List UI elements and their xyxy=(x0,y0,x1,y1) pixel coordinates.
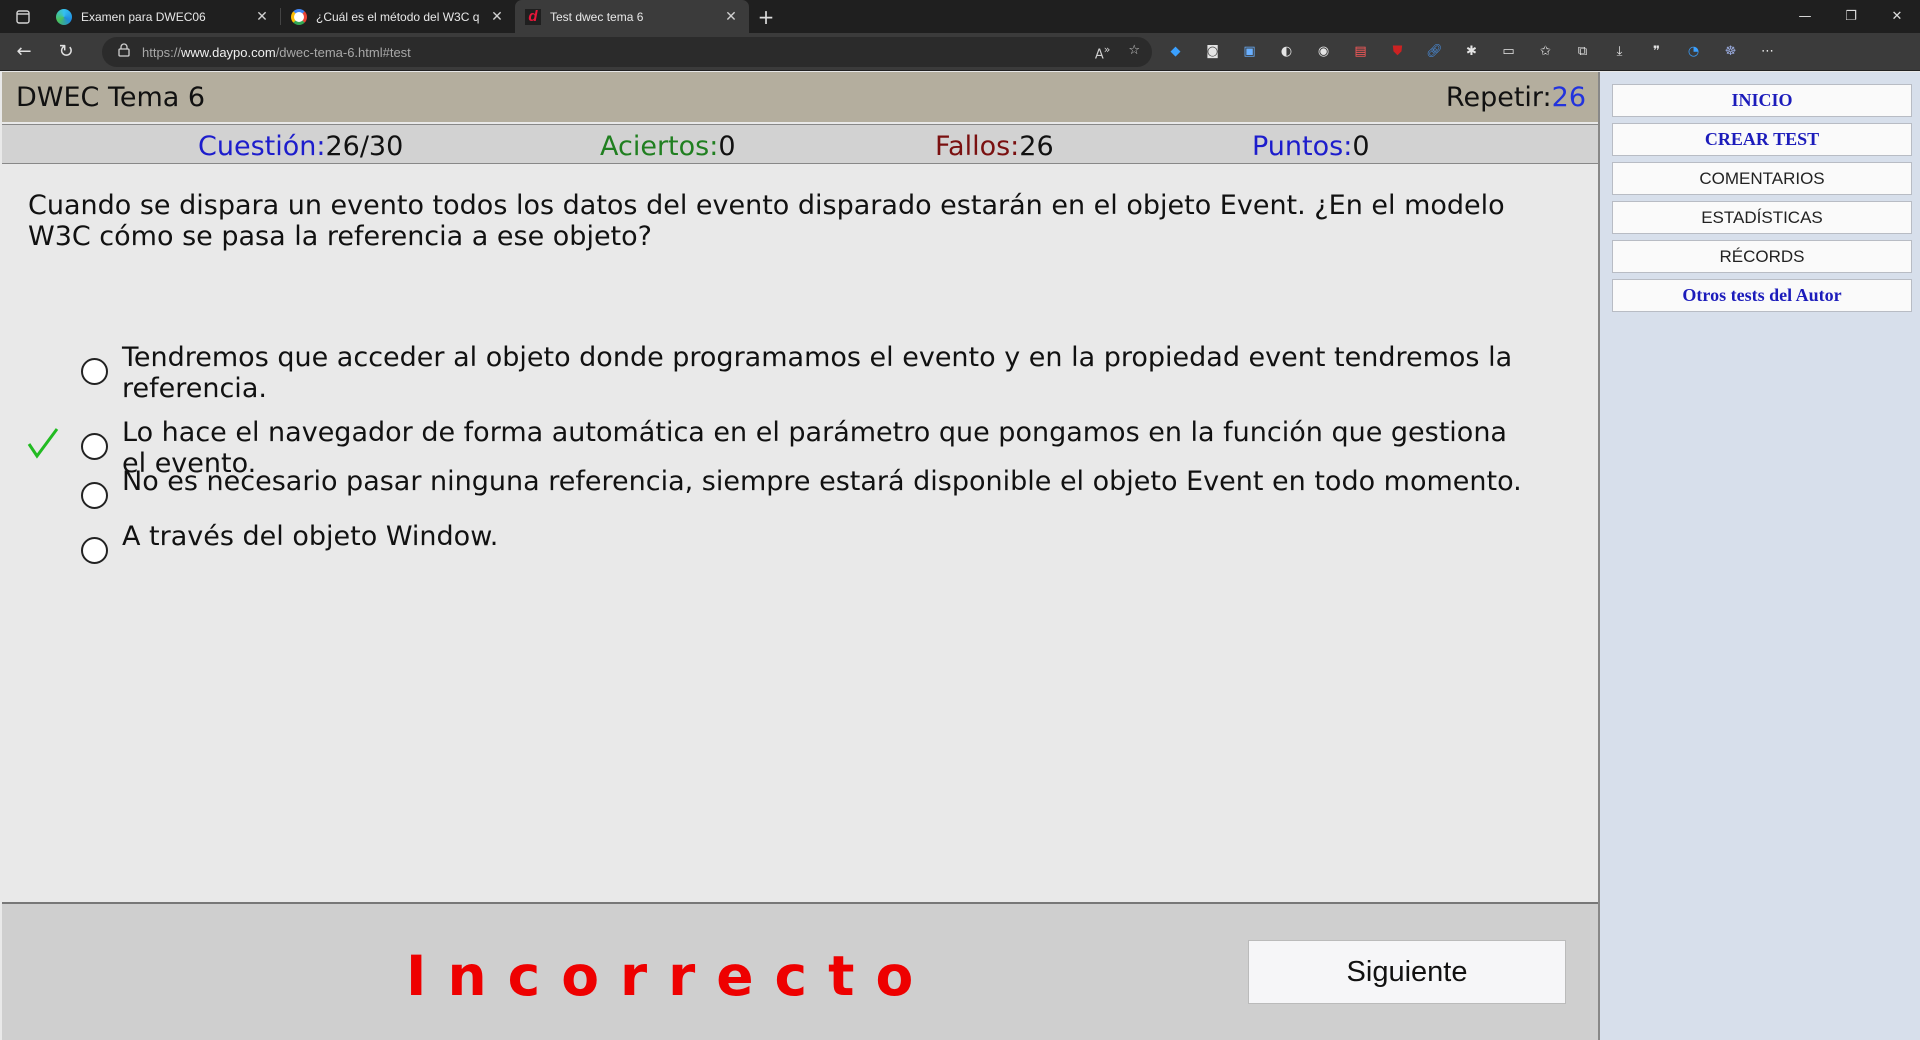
downloads-icon[interactable]: ⤓ xyxy=(1610,42,1629,61)
wrong-counter: Fallos:26 xyxy=(935,131,1054,162)
url-host: www.daypo.com xyxy=(181,44,276,60)
edge-sidebar-icon[interactable]: ◔ xyxy=(1684,42,1703,61)
question-label: Cuestión: xyxy=(198,131,326,162)
radio-button[interactable] xyxy=(81,433,108,460)
close-tab-icon[interactable]: ✕ xyxy=(489,8,505,25)
lock-icon[interactable] xyxy=(118,43,130,61)
next-button[interactable]: Siguiente xyxy=(1248,940,1566,1004)
test-title-bar: DWEC Tema 6 Repetir:26 xyxy=(2,72,1598,122)
daypo-favicon-icon: d xyxy=(525,8,541,25)
stats-bar: Cuestión:26/30 Aciertos:0 Fallos:26 Punt… xyxy=(2,124,1598,164)
sidebar-item-comentarios[interactable]: COMENTARIOS xyxy=(1612,162,1912,195)
sidebar-item-records[interactable]: RÉCORDS xyxy=(1612,240,1912,273)
browser-tab-2[interactable]: ¿Cuál es el método del W3C que ✕ xyxy=(281,0,515,33)
quote-extension-icon[interactable]: ❞ xyxy=(1647,42,1666,61)
sidebar-menu: INICIO CREAR TEST COMENTARIOS ESTADÍSTIC… xyxy=(1612,84,1912,318)
answer-text: A través del objeto Window. xyxy=(122,521,499,552)
new-tab-icon[interactable]: + xyxy=(749,0,783,33)
result-message: Incorrecto xyxy=(406,944,935,1008)
dark-reader-extension-icon[interactable]: ◐ xyxy=(1277,42,1296,61)
question-value: 26/30 xyxy=(325,131,404,162)
extensions-toolbar: ◆ ◙ ▣ ◐ ◉ ▤ ⛊ 🔗︎ ✱ ▭ ✩ ⧉ ⤓ ❞ ◔ ☸ ⋯ xyxy=(1166,42,1777,61)
points-counter: Puntos:0 xyxy=(1252,131,1370,162)
address-bar[interactable]: https://www.daypo.com/dwec-tema-6.html#t… xyxy=(102,37,1152,67)
sidebar-item-estadisticas[interactable]: ESTADÍSTICAS xyxy=(1612,201,1912,234)
gem-extension-icon[interactable]: ◆ xyxy=(1166,42,1185,61)
browser-toolbar: ← ↻ https://www.daypo.com/dwec-tema-6.ht… xyxy=(0,33,1920,71)
close-tab-icon[interactable]: ✕ xyxy=(254,8,270,25)
record-extension-icon[interactable]: ◉ xyxy=(1314,42,1333,61)
ublock-extension-icon[interactable]: ⛊ xyxy=(1388,42,1407,61)
answer-footer: Incorrecto Siguiente xyxy=(2,902,1598,1040)
reload-icon[interactable]: ↻ xyxy=(48,37,84,67)
tab-title: Test dwec tema 6 xyxy=(550,9,644,24)
test-panel: DWEC Tema 6 Repetir:26 Cuestión:26/30 Ac… xyxy=(0,72,1600,1040)
url-tools: A» ☆ xyxy=(1095,43,1140,62)
question-counter: Cuestión:26/30 xyxy=(198,131,403,162)
read-aloud-icon[interactable]: A» xyxy=(1095,43,1111,62)
question-text: Cuando se dispara un evento todos los da… xyxy=(28,190,1505,252)
close-window-icon[interactable]: ✕ xyxy=(1874,0,1920,33)
add-favorite-icon[interactable]: ☆ xyxy=(1128,43,1140,62)
collections-icon[interactable]: ⧉ xyxy=(1573,42,1592,61)
sidebar-item-crear-test[interactable]: CREAR TEST xyxy=(1612,123,1912,156)
tab-actions-icon[interactable] xyxy=(0,0,46,33)
wrong-value: 26 xyxy=(1019,131,1054,162)
sidebar-item-inicio[interactable]: INICIO xyxy=(1612,84,1912,117)
url-text[interactable]: https://www.daypo.com/dwec-tema-6.html#t… xyxy=(142,45,411,60)
cast-icon[interactable]: ▭ xyxy=(1499,42,1518,61)
radio-button[interactable] xyxy=(81,358,108,385)
answer-text: No es necesario pasar ninguna referencia… xyxy=(122,466,1522,497)
repeat-label: Repetir: xyxy=(1445,81,1552,113)
radio-button[interactable] xyxy=(81,482,108,509)
restore-icon[interactable]: ❐ xyxy=(1828,0,1874,33)
back-arrow-icon[interactable]: ← xyxy=(6,37,42,67)
url-path: /dwec-tema-6.html#test xyxy=(275,44,411,60)
correct-check-icon xyxy=(27,428,59,459)
google-favicon-icon xyxy=(291,8,307,25)
browser-tab-1[interactable]: Examen para DWEC06 ✕ xyxy=(46,0,280,33)
extensions-puzzle-icon[interactable]: ✱ xyxy=(1462,42,1481,61)
favorites-icon[interactable]: ✩ xyxy=(1536,42,1555,61)
minimize-icon[interactable]: — xyxy=(1782,0,1828,33)
test-title: DWEC Tema 6 xyxy=(16,81,206,113)
radio-button[interactable] xyxy=(81,537,108,564)
wrong-label: Fallos: xyxy=(935,131,1020,162)
correct-counter: Aciertos:0 xyxy=(600,131,736,162)
link-extension-icon[interactable]: 🔗︎ xyxy=(1425,42,1444,61)
browser-tab-3-active[interactable]: d Test dwec tema 6 ✕ xyxy=(515,0,749,33)
repeat-value: 26 xyxy=(1551,81,1586,113)
points-label: Puntos: xyxy=(1252,131,1353,162)
window-controls: — ❐ ✕ xyxy=(1782,0,1920,33)
profile-avatar-icon[interactable]: ☸ xyxy=(1721,42,1740,61)
correct-label: Aciertos: xyxy=(600,131,719,162)
tab-title: Examen para DWEC06 xyxy=(81,9,206,24)
camera-extension-icon[interactable]: ◙ xyxy=(1203,42,1222,61)
tab-extension-icon[interactable]: ▤ xyxy=(1351,42,1370,61)
tab-title: ¿Cuál es el método del W3C que xyxy=(316,9,480,24)
url-prefix: https:// xyxy=(142,44,182,60)
repeat-counter: Repetir:26 xyxy=(1446,82,1586,113)
answer-text: Tendremos que acceder al objeto donde pr… xyxy=(122,342,1513,404)
sidebar-item-otros-tests[interactable]: Otros tests del Autor xyxy=(1612,279,1912,312)
points-value: 0 xyxy=(1352,131,1370,162)
more-menu-icon[interactable]: ⋯ xyxy=(1758,42,1777,61)
edge-favicon-icon xyxy=(56,8,72,25)
page-viewport: DWEC Tema 6 Repetir:26 Cuestión:26/30 Ac… xyxy=(0,72,1920,1040)
close-tab-icon[interactable]: ✕ xyxy=(723,8,739,25)
correct-value: 0 xyxy=(718,131,736,162)
browser-tab-bar: Examen para DWEC06 ✕ ¿Cuál es el método … xyxy=(0,0,1920,33)
screenshot-extension-icon[interactable]: ▣ xyxy=(1240,42,1259,61)
